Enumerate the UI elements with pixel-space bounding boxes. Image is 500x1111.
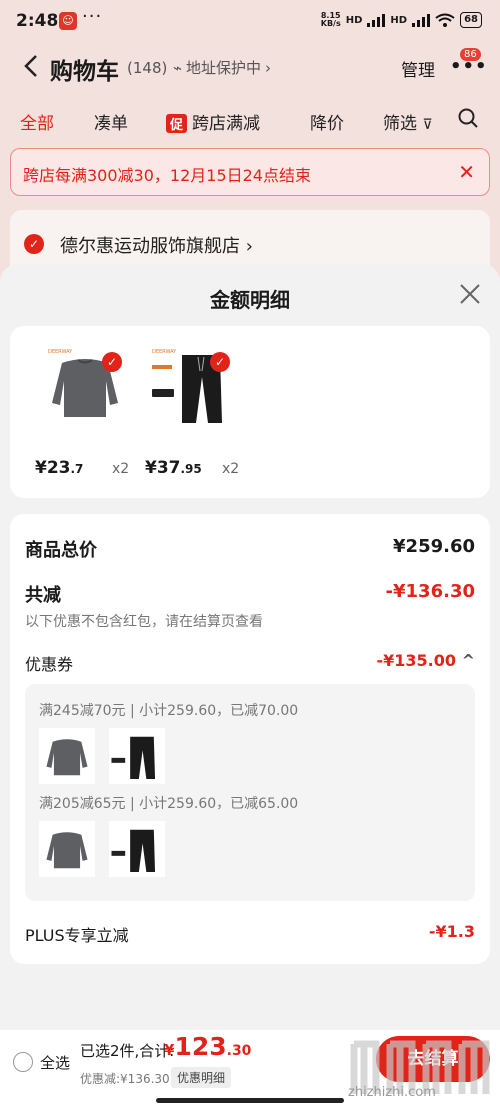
store-checkbox[interactable]: ✓	[24, 234, 44, 254]
total-price: ¥123.30	[164, 1032, 252, 1061]
shield-icon: ⌁	[173, 58, 183, 77]
total-value: ¥259.60	[393, 536, 475, 557]
more-notifications-icon: ···	[82, 6, 103, 27]
manage-button[interactable]: 管理	[401, 56, 435, 81]
promo-banner-text: 跨店每满300减30，12月15日24点结束	[23, 166, 311, 185]
cart-count: (148)	[127, 59, 168, 77]
coupon-thumb-pants	[109, 821, 165, 877]
saved-amount: 优惠减:¥136.30	[80, 1072, 170, 1086]
product-check-pants[interactable]: ✓	[210, 352, 230, 372]
total-label: 商品总价	[25, 540, 97, 561]
chevron-right-icon: ›	[265, 58, 272, 77]
products-card: DEERWAY ✓ DEERWAY ✓ ¥23.7 x2 ¥37.95 x2	[10, 326, 490, 498]
hd-label-2: HD	[390, 14, 408, 26]
search-icon[interactable]	[458, 108, 478, 128]
wifi-icon	[435, 13, 455, 27]
discount-detail-button[interactable]: 优惠明细	[171, 1067, 232, 1088]
home-indicator[interactable]	[156, 1098, 344, 1103]
coupon-thumb-sweater	[39, 728, 95, 784]
tab-filter[interactable]: 筛选 ⊽	[383, 109, 433, 134]
coupon-thumb-sweater	[39, 821, 95, 877]
close-icon[interactable]: ✕	[458, 160, 475, 184]
amounts-card: 商品总价 ¥259.60 共减 -¥136.30 以下优惠不包含红包，请在结算页…	[10, 514, 490, 964]
hd-label-1: HD	[345, 14, 363, 26]
message-badge: 86	[460, 48, 481, 61]
cart-header: 购物车 (148) ⌁ 地址保护中 › 管理 ••• 86	[0, 42, 500, 92]
select-all-label[interactable]: 全选	[40, 1052, 70, 1073]
product-check-sweater[interactable]: ✓	[102, 352, 122, 372]
status-icons: 8.15 KB/s HD HD 68	[321, 12, 482, 28]
page-title: 购物车	[50, 59, 119, 85]
network-speed: 8.15 KB/s	[320, 11, 341, 28]
status-time: 2:48	[16, 11, 59, 31]
promo-tag: 促	[166, 114, 188, 133]
product-price-sweater: ¥23.7	[35, 458, 84, 478]
discount-note: 以下优惠不包含红包，请在结算页查看	[25, 614, 263, 630]
plus-label: PLUS专享立减	[25, 926, 129, 945]
product-price-pants: ¥37.95	[145, 458, 202, 478]
plus-value: -¥1.3	[428, 922, 475, 941]
coupon-rule: 满245减70元 | 小计259.60，已减70.00	[39, 703, 299, 719]
battery-icon: 68	[460, 12, 482, 28]
back-arrow-icon[interactable]	[22, 54, 40, 78]
select-all-radio[interactable]	[13, 1052, 33, 1072]
filter-tabs: 全部 凑单 促跨店满减 降价 筛选 ⊽	[0, 98, 500, 142]
discount-label: 共减	[25, 585, 61, 606]
svg-text:DEERWAY: DEERWAY	[152, 349, 177, 355]
discount-value: -¥136.30	[385, 581, 475, 602]
app-notification-icon: ☺	[59, 12, 77, 30]
amount-detail-sheet: 金额明细 DEERWAY ✓ DEERWAY ✓ ¥23.7 x2 ¥37.95…	[0, 264, 500, 1111]
status-bar: 2:48 ☺ ··· 8.15 KB/s HD HD 68	[0, 0, 500, 42]
signal-icon-2	[412, 13, 431, 27]
tab-bundle[interactable]: 凑单	[94, 109, 128, 134]
promo-banner: 跨店每满300减30，12月15日24点结束 ✕	[10, 148, 490, 196]
chevron-up-icon: ^	[461, 651, 475, 670]
product-qty-pants: x2	[222, 461, 240, 477]
store-name[interactable]: 德尔惠运动服饰旗舰店 ›	[60, 232, 253, 258]
tab-cross-store[interactable]: 促跨店满减	[166, 109, 260, 134]
coupon-detail-box: 满245减70元 | 小计259.60，已减70.00 满205减65元 | 小…	[25, 684, 475, 901]
coupon-label: 优惠券	[25, 655, 74, 674]
funnel-icon: ⊽	[422, 117, 433, 133]
sheet-title: 金额明细	[210, 288, 290, 312]
tab-price-drop[interactable]: 降价	[310, 109, 344, 134]
coupon-thumb-pants	[109, 728, 165, 784]
selected-count: 已选2件,合计:	[80, 1042, 175, 1060]
svg-text:DEERWAY: DEERWAY	[48, 349, 73, 355]
tab-all[interactable]: 全部	[20, 109, 54, 134]
product-qty-sweater: x2	[112, 461, 130, 477]
coupon-rule: 满205减65元 | 小计259.60，已减65.00	[39, 796, 299, 812]
close-icon[interactable]	[458, 282, 482, 306]
address-protection-link[interactable]: ⌁ 地址保护中 ›	[173, 57, 271, 78]
watermark-url: zhizhizhi.com	[348, 1085, 436, 1100]
signal-icon	[367, 13, 386, 27]
coupon-toggle[interactable]: -¥135.00 ^	[377, 651, 476, 670]
